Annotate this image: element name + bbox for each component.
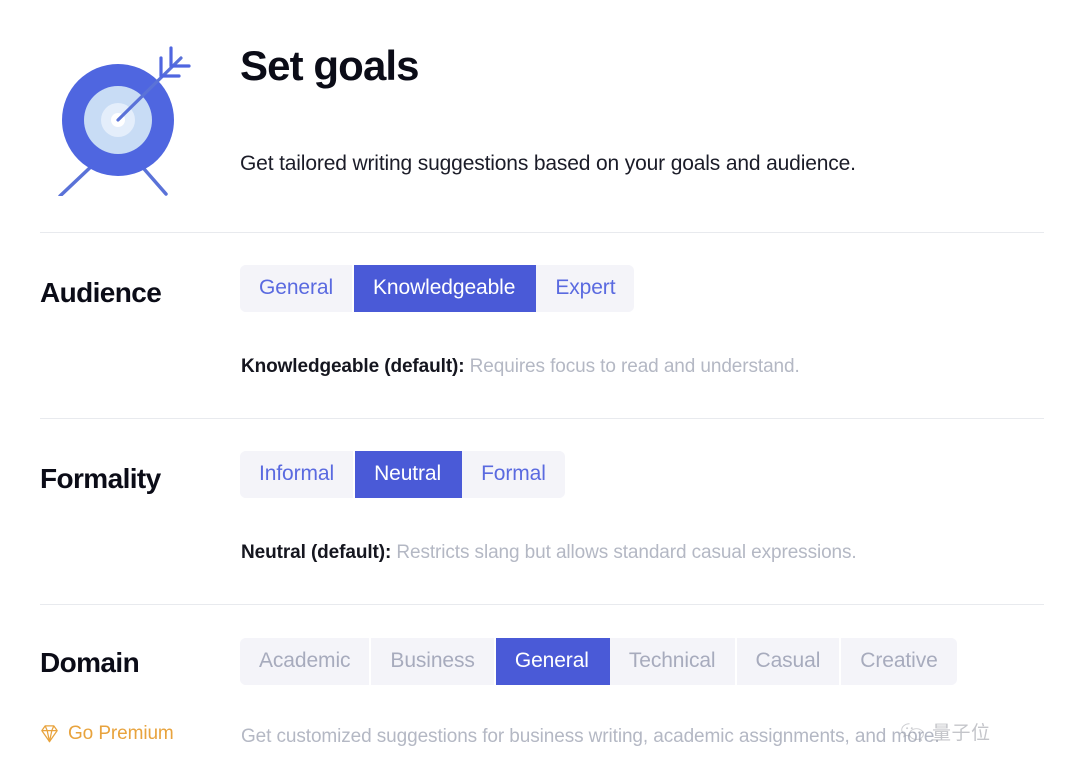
description-prefix: Neutral (default): — [241, 542, 392, 563]
page-title: Set goals — [240, 42, 420, 89]
segment-domain-creative[interactable]: Creative — [841, 638, 957, 686]
setting-label-audience: Audience — [40, 277, 162, 308]
segment-audience-knowledgeable[interactable]: Knowledgeable — [354, 265, 537, 313]
segment-domain-business[interactable]: Business — [371, 638, 496, 686]
target-with-arrow-icon — [38, 36, 198, 198]
setting-description-domain: Get customized suggestions for business … — [241, 726, 940, 748]
setting-row-formality: Formality Informal Neutral Formal Neutra… — [0, 418, 1080, 604]
setting-row-audience: Audience General Knowledgeable Expert Kn… — [0, 232, 1080, 418]
set-goals-panel: Set goals Get tailored writing suggestio… — [0, 0, 1080, 779]
diamond-icon — [38, 722, 61, 745]
go-premium-link[interactable]: Go Premium — [38, 722, 174, 745]
go-premium-label: Go Premium — [68, 722, 174, 744]
description-body: Requires focus to read and understand. — [464, 356, 800, 377]
segment-formality-informal[interactable]: Informal — [240, 451, 356, 499]
segment-domain-general[interactable]: General — [495, 638, 610, 686]
setting-label-domain: Domain — [40, 647, 140, 678]
segment-formality-neutral[interactable]: Neutral — [355, 451, 463, 499]
page-subtitle: Get tailored writing suggestions based o… — [240, 152, 856, 175]
segmented-control-audience[interactable]: General Knowledgeable Expert — [240, 265, 635, 313]
segment-formality-formal[interactable]: Formal — [462, 451, 565, 499]
setting-row-domain: Domain Academic Business General Technic… — [0, 604, 1080, 779]
panel-header: Set goals Get tailored writing suggestio… — [0, 0, 1080, 232]
segment-audience-general[interactable]: General — [240, 265, 355, 313]
setting-description-formality: Neutral (default): Restricts slang but a… — [241, 542, 857, 564]
description-body: Restricts slang but allows standard casu… — [391, 542, 857, 563]
segment-audience-expert[interactable]: Expert — [536, 265, 635, 313]
setting-label-formality: Formality — [40, 463, 161, 494]
segmented-control-formality[interactable]: Informal Neutral Formal — [240, 451, 565, 499]
segment-domain-academic[interactable]: Academic — [240, 638, 372, 686]
setting-description-audience: Knowledgeable (default): Requires focus … — [241, 356, 800, 378]
description-body: Get customized suggestions for business … — [241, 726, 940, 747]
segment-domain-casual[interactable]: Casual — [736, 638, 842, 686]
segmented-control-domain[interactable]: Academic Business General Technical Casu… — [240, 638, 957, 686]
description-prefix: Knowledgeable (default): — [241, 356, 465, 377]
header-text-block: Set goals Get tailored writing suggestio… — [240, 42, 1060, 175]
segment-domain-technical[interactable]: Technical — [609, 638, 737, 686]
